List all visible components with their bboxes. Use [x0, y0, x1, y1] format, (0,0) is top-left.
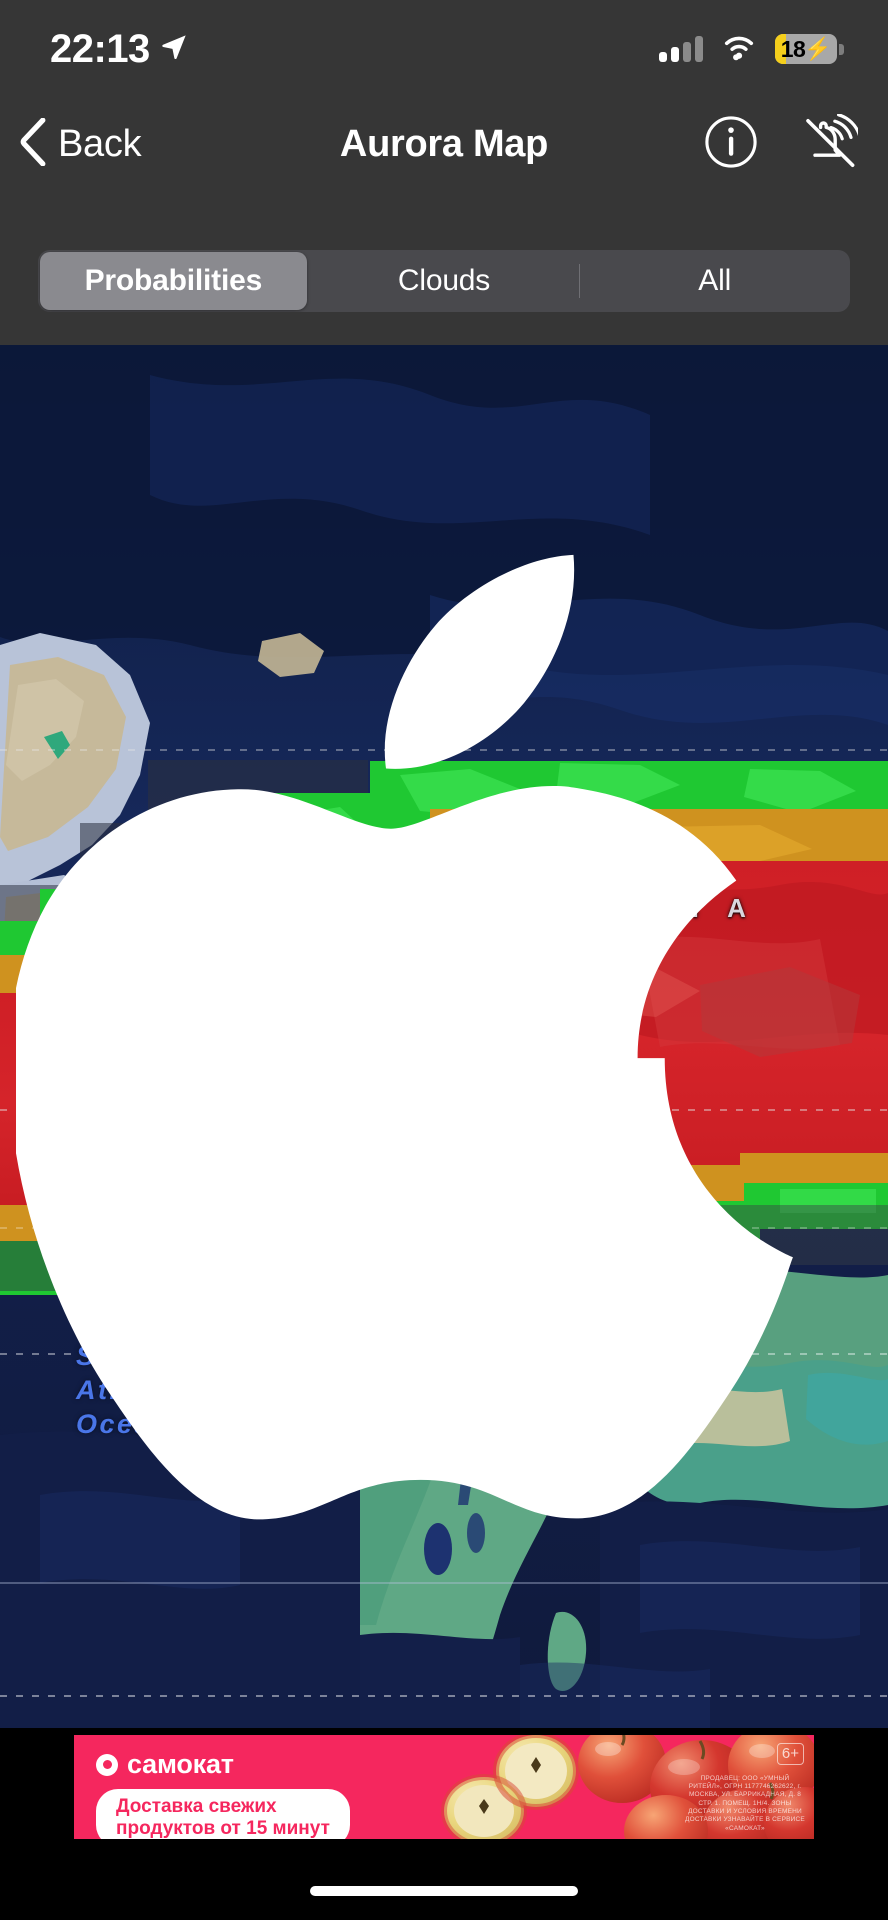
tab-probabilities[interactable]: Probabilities [38, 250, 309, 312]
tab-all[interactable]: All [579, 250, 850, 312]
view-mode-segmented-control[interactable]: Probabilities Clouds All [38, 250, 850, 312]
status-bar: 22:13 18 ⚡ [0, 0, 888, 98]
nav-bar-actions [704, 112, 862, 175]
battery-charging-icon: 18 ⚡ [775, 34, 844, 64]
status-bar-left: 22:13 [50, 29, 188, 69]
apple-maps-logo: Maps [16, 345, 888, 1720]
phone-screen: 22:13 18 ⚡ Back Aurora Map Probabilities… [0, 0, 888, 1920]
ad-content: самокат Доставка свежих продуктов от 15 … [96, 1749, 350, 1839]
segmented-control-container: Probabilities Clouds All [0, 190, 888, 345]
nav-bar: Back Aurora Map [0, 98, 888, 190]
ad-cta-pill[interactable]: Доставка свежих продуктов от 15 минут [96, 1789, 350, 1839]
wifi-icon [720, 33, 758, 66]
back-button[interactable]: Back [18, 117, 142, 171]
aurora-map[interactable]: EUROPE A S I A AFRICA SouthAtlanticOcean… [0, 345, 888, 1728]
samokat-logo-icon [96, 1753, 118, 1776]
ad-brand: самокат [96, 1749, 350, 1780]
ad-brand-name: самокат [127, 1749, 234, 1779]
cellular-signal-icon [659, 36, 703, 62]
ad-banner[interactable]: самокат Доставка свежих продуктов от 15 … [74, 1735, 814, 1839]
ad-cta-line-1: Доставка свежих [116, 1796, 277, 1817]
location-arrow-icon [160, 33, 188, 66]
tab-clouds[interactable]: Clouds [309, 250, 580, 312]
status-bar-right: 18 ⚡ [659, 33, 844, 66]
map-attribution: Maps Legal [16, 345, 888, 1720]
ad-age-rating: 6+ [776, 1743, 804, 1766]
battery-level: 18 [780, 35, 806, 62]
apple-logo-icon [16, 345, 888, 1720]
home-indicator[interactable] [310, 1886, 578, 1896]
back-button-label: Back [58, 122, 142, 165]
ad-cta-line-2: продуктов от 15 минут [116, 1817, 330, 1839]
info-circle-icon[interactable] [704, 115, 758, 174]
status-clock: 22:13 [50, 27, 150, 71]
bell-slash-icon[interactable] [802, 112, 862, 175]
ad-fine-print: ПРОДАВЕЦ: ООО «УМНЫЙ РИТЕЙЛ», ОГРН 11777… [685, 1774, 805, 1832]
ad-banner-container: самокат Доставка свежих продуктов от 15 … [0, 1728, 888, 1846]
chevron-left-icon [18, 117, 48, 171]
